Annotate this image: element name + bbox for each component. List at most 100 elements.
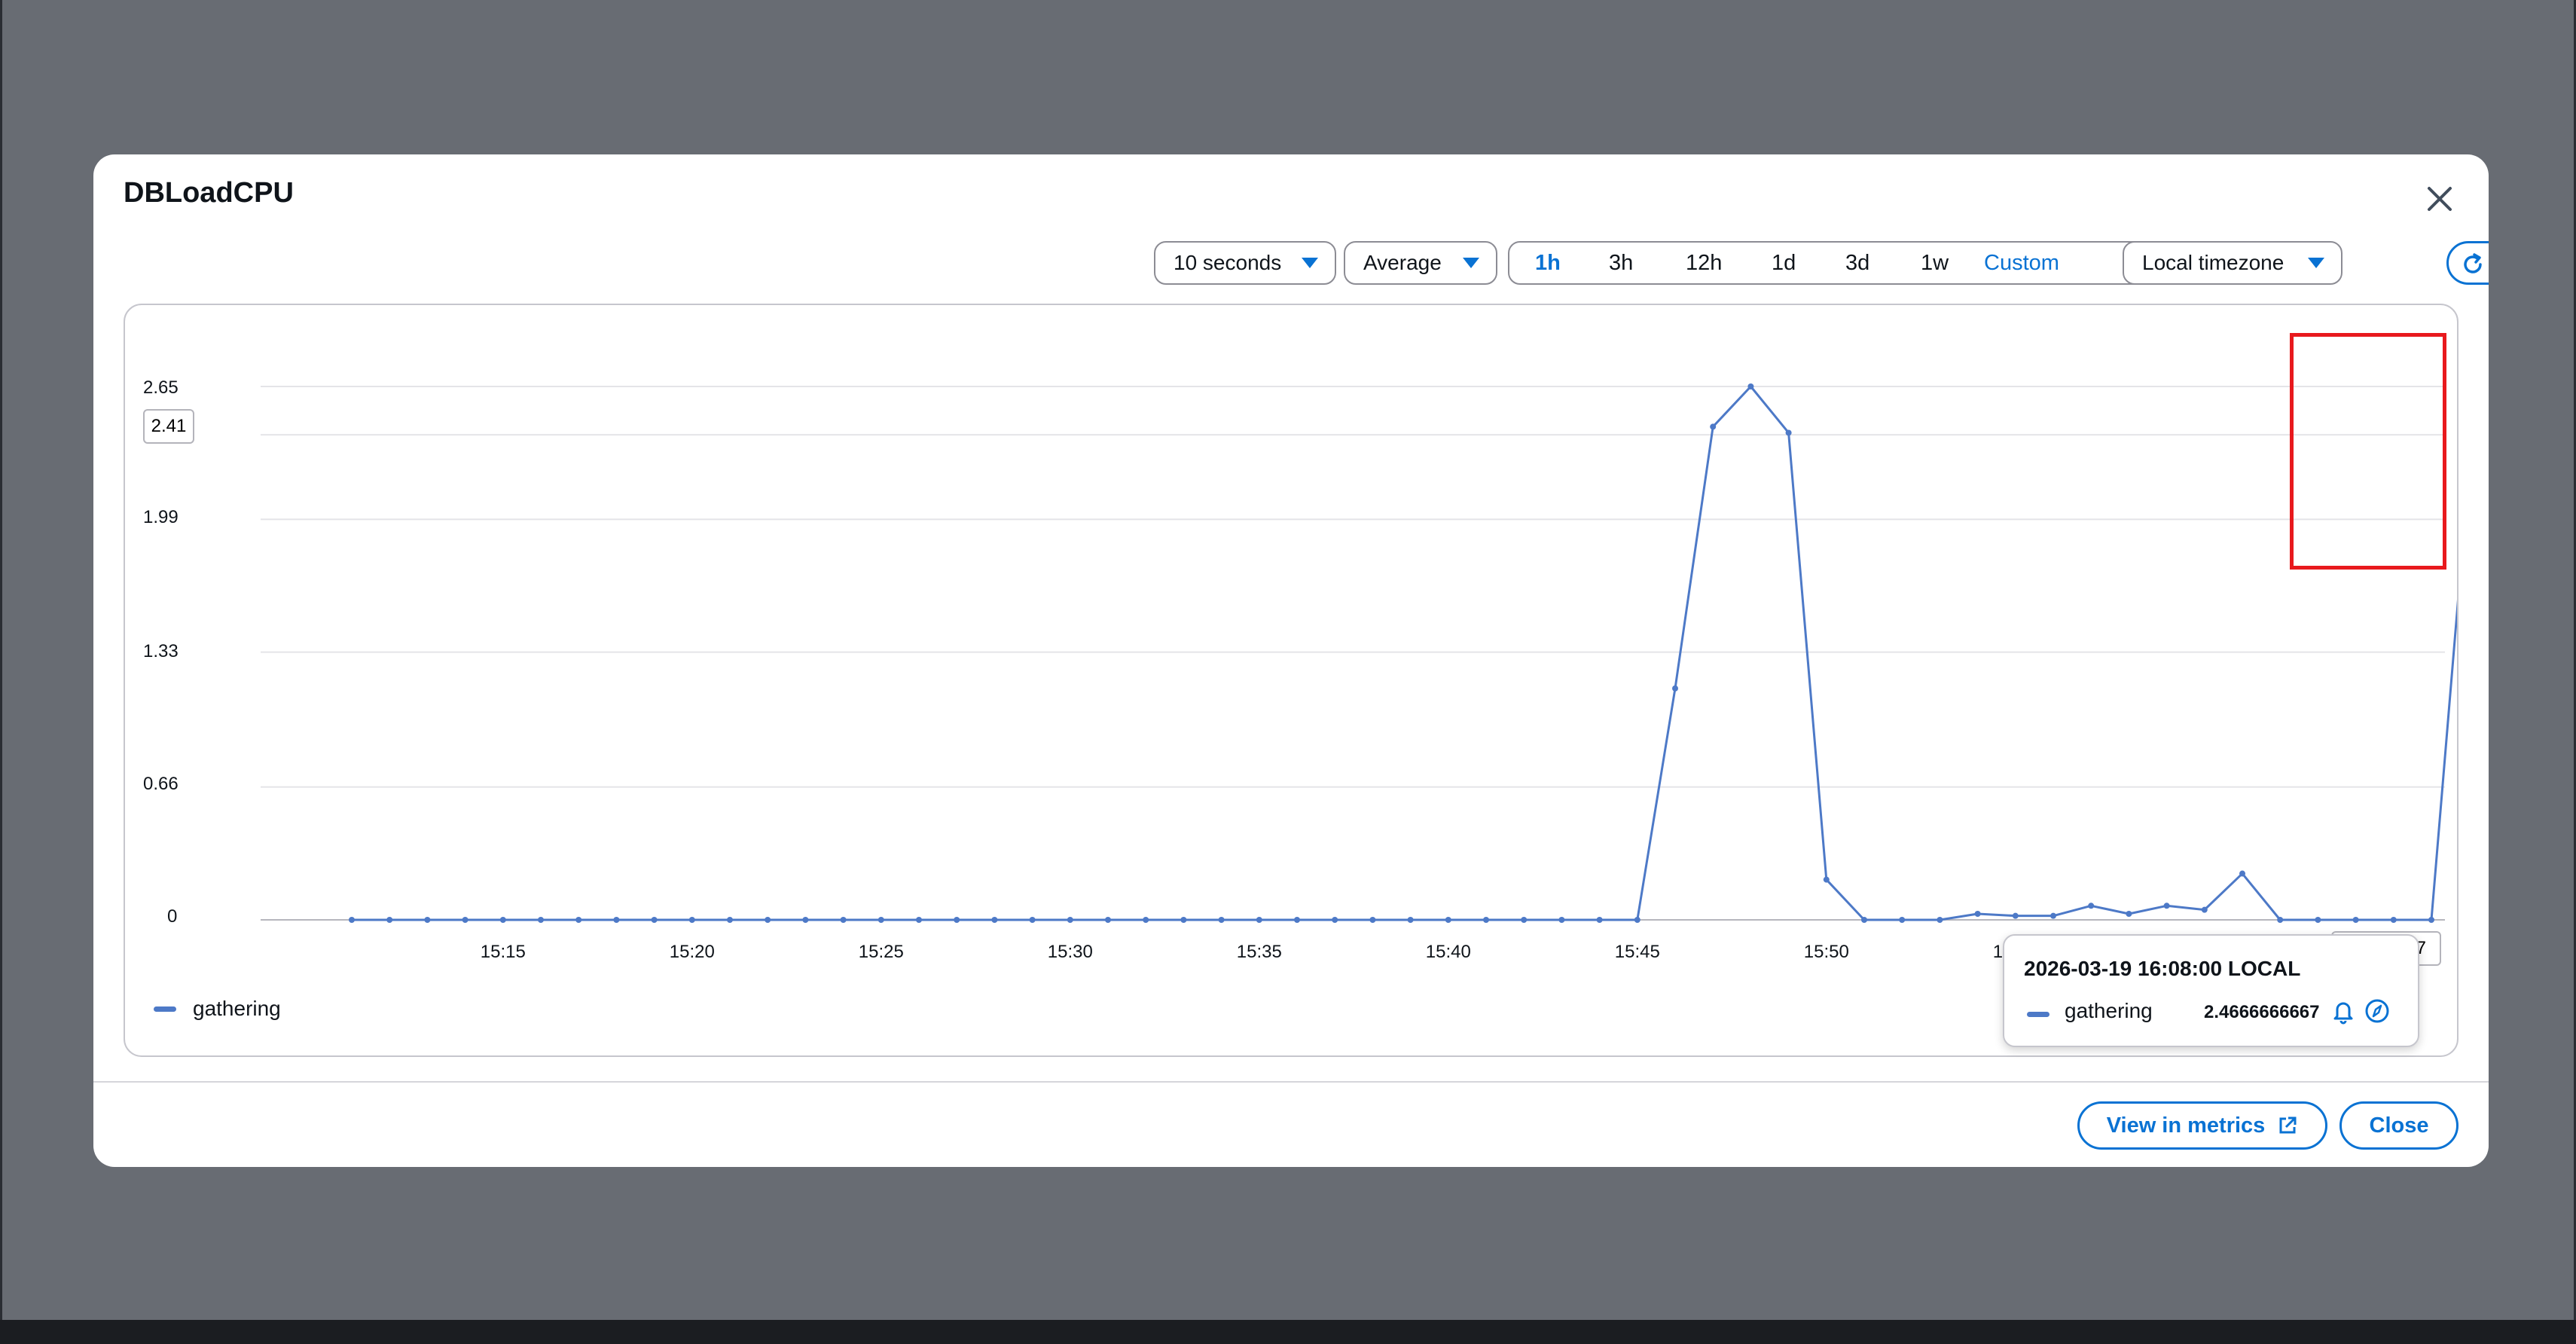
data-point[interactable] (1672, 685, 1678, 692)
data-point[interactable] (1596, 917, 1603, 923)
x-tick-label: 15:25 (859, 942, 904, 962)
x-tick-label: 15:50 (1804, 942, 1849, 962)
statistic-select[interactable]: Average (1344, 241, 1497, 285)
range-1h[interactable]: 1h (1535, 243, 1561, 283)
footer-divider (93, 1081, 2489, 1083)
close-icon[interactable] (2421, 180, 2458, 218)
bell-icon[interactable] (2328, 996, 2358, 1026)
data-point[interactable] (538, 917, 544, 923)
data-point[interactable] (1256, 917, 1262, 923)
range-12h[interactable]: 12h (1686, 243, 1722, 283)
data-point[interactable] (1861, 917, 1867, 923)
data-point[interactable] (2315, 917, 2321, 923)
data-point[interactable] (462, 917, 469, 923)
refresh-icon[interactable] (2459, 251, 2486, 282)
range-3d[interactable]: 3d (1845, 243, 1869, 283)
data-point[interactable] (765, 917, 771, 923)
range-1w[interactable]: 1w (1921, 243, 1949, 283)
data-point[interactable] (613, 917, 620, 923)
x-tick-label: 15:35 (1237, 942, 1282, 962)
tooltip-series-name: gathering (2065, 999, 2153, 1022)
data-point[interactable] (1823, 876, 1830, 883)
data-point[interactable] (1369, 917, 1376, 923)
data-point[interactable] (1029, 917, 1036, 923)
period-select-value: 10 seconds (1174, 251, 1282, 274)
data-point[interactable] (1105, 917, 1111, 923)
data-point[interactable] (2126, 910, 2132, 917)
data-point[interactable] (1785, 429, 1792, 436)
data-point[interactable] (1067, 917, 1073, 923)
range-3h[interactable]: 3h (1609, 243, 1633, 283)
compass-icon[interactable] (2362, 996, 2392, 1026)
data-point[interactable] (424, 917, 431, 923)
data-point[interactable] (1218, 917, 1225, 923)
chart-legend: gathering (154, 997, 281, 1021)
data-point[interactable] (651, 917, 658, 923)
timezone-select[interactable]: Local timezone (2123, 241, 2343, 285)
data-point[interactable] (2390, 917, 2397, 923)
data-point[interactable] (991, 917, 998, 923)
data-point[interactable] (2012, 912, 2019, 919)
close-button[interactable]: Close (2339, 1101, 2458, 1150)
data-point[interactable] (2163, 903, 2170, 909)
data-point[interactable] (386, 917, 393, 923)
data-point[interactable] (1747, 383, 1754, 389)
data-point[interactable] (916, 917, 922, 923)
data-point[interactable] (1332, 917, 1338, 923)
tooltip-series-swatch (2027, 1012, 2050, 1017)
chevron-down-icon (1463, 258, 1479, 268)
data-point[interactable] (1710, 423, 1717, 430)
series-line[interactable] (352, 385, 2457, 921)
x-tick-label: 15:45 (1615, 942, 1660, 962)
data-point[interactable] (2428, 917, 2434, 923)
taskbar (0, 1320, 2576, 1344)
statistic-select-value: Average (1363, 251, 1442, 274)
data-point[interactable] (2239, 870, 2245, 877)
data-point[interactable] (2277, 917, 2284, 923)
data-point[interactable] (499, 917, 506, 923)
data-point[interactable] (2352, 917, 2359, 923)
period-select[interactable]: 10 seconds (1154, 241, 1336, 285)
data-point[interactable] (2088, 903, 2095, 909)
data-point[interactable] (2201, 906, 2208, 913)
chevron-down-icon (1302, 258, 1318, 268)
range-1d[interactable]: 1d (1772, 243, 1796, 283)
data-point[interactable] (954, 917, 960, 923)
data-point[interactable] (802, 917, 809, 923)
data-point[interactable] (1521, 917, 1528, 923)
timezone-select-value: Local timezone (2142, 251, 2285, 274)
data-point[interactable] (349, 917, 355, 923)
data-point[interactable] (877, 917, 884, 923)
tooltip-timestamp: 2026-03-19 16:08:00 LOCAL (2024, 957, 2301, 980)
data-point[interactable] (1407, 917, 1414, 923)
data-point[interactable] (1937, 917, 1943, 923)
view-in-metrics-button[interactable]: View in metrics (2077, 1101, 2327, 1150)
data-point[interactable] (1143, 917, 1149, 923)
data-point[interactable] (1180, 917, 1187, 923)
data-point[interactable] (1634, 917, 1641, 923)
x-tick-label: 15:30 (1048, 942, 1093, 962)
x-tick-label: 15:20 (670, 942, 715, 962)
data-point[interactable] (1558, 917, 1565, 923)
data-point[interactable] (1974, 910, 1981, 917)
data-point[interactable] (1899, 917, 1906, 923)
data-point[interactable] (2050, 912, 2056, 919)
data-point[interactable] (575, 917, 582, 923)
time-range-group: 1h 3h 12h 1d 3d 1w Custom (1508, 241, 2201, 285)
highlight-annotation-box (2290, 333, 2446, 570)
chart-tooltip: 2026-03-19 16:08:00 LOCAL gathering 2.46… (2003, 934, 2419, 1047)
data-point[interactable] (1483, 917, 1489, 923)
refresh-button-group (2446, 241, 2489, 285)
data-point[interactable] (1445, 917, 1451, 923)
data-point[interactable] (840, 917, 847, 923)
data-point[interactable] (1294, 917, 1300, 923)
data-point[interactable] (688, 917, 695, 923)
data-point[interactable] (727, 917, 733, 923)
legend-swatch (154, 1006, 176, 1012)
range-custom[interactable]: Custom (1984, 243, 2059, 283)
modal-title: DBLoadCPU (124, 177, 294, 209)
x-tick-label: 15:15 (481, 942, 526, 962)
chevron-down-icon (2308, 258, 2324, 268)
legend-label[interactable]: gathering (193, 997, 281, 1021)
range-custom-label: Custom (1984, 251, 2059, 275)
